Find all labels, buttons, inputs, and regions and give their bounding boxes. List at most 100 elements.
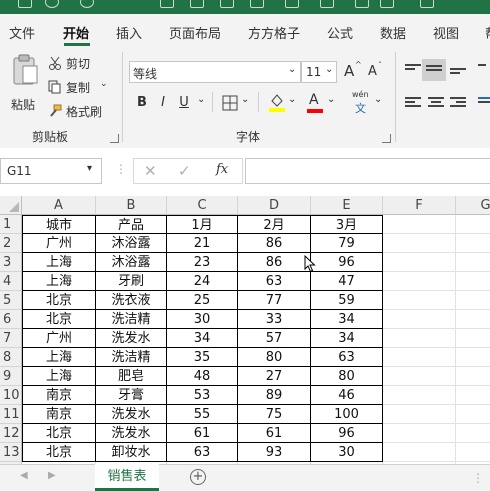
- undo-icon[interactable]: [45, 0, 59, 8]
- tab-fangfang[interactable]: 方方格子: [248, 23, 300, 42]
- font-color-button[interactable]: A: [306, 92, 326, 114]
- table-cell[interactable]: 57: [238, 329, 311, 348]
- table-cell[interactable]: 洗发水: [96, 405, 167, 424]
- table-cell[interactable]: 21: [167, 234, 238, 253]
- shrink-font-button[interactable]: A ˇ: [368, 61, 386, 82]
- table-cell[interactable]: 34: [167, 329, 238, 348]
- cell-f9[interactable]: [383, 367, 456, 386]
- cell-f1[interactable]: [383, 215, 456, 234]
- row-header-13[interactable]: 13: [0, 443, 22, 462]
- font-launcher-icon[interactable]: [382, 134, 391, 143]
- table-cell[interactable]: 北京: [22, 424, 96, 443]
- row-header-5[interactable]: 5: [0, 291, 22, 310]
- align-right-icon[interactable]: [450, 97, 466, 109]
- table-cell[interactable]: 24: [167, 272, 238, 291]
- table-cell[interactable]: 洗发水: [96, 329, 167, 348]
- clipboard-launcher-icon[interactable]: [110, 134, 119, 143]
- align-bottom-icon[interactable]: [450, 68, 466, 80]
- bold-button[interactable]: B: [134, 95, 150, 110]
- table-cell[interactable]: 77: [238, 291, 311, 310]
- formula-input[interactable]: [245, 158, 490, 184]
- tab-help-partial[interactable]: 帮: [485, 23, 490, 42]
- row-header-9[interactable]: 9: [0, 367, 22, 386]
- table-cell[interactable]: 洗洁精: [96, 310, 167, 329]
- cell-f12[interactable]: [383, 424, 456, 443]
- column-header-e[interactable]: E: [311, 196, 383, 215]
- table-cell[interactable]: 61: [238, 424, 311, 443]
- tab-home[interactable]: 开始: [63, 23, 89, 42]
- table-cell[interactable]: 上海: [22, 348, 96, 367]
- table-cell[interactable]: 80: [238, 348, 311, 367]
- table-cell[interactable]: 34: [311, 310, 383, 329]
- table-cell[interactable]: 55: [167, 405, 238, 424]
- cell-f10[interactable]: [383, 386, 456, 405]
- row-header-2[interactable]: 2: [0, 234, 22, 253]
- phonetic-dropdown-icon[interactable]: ⌄: [374, 94, 382, 105]
- name-box[interactable]: G11 ▾: [0, 158, 102, 184]
- column-header-a[interactable]: A: [22, 196, 96, 215]
- row-header-6[interactable]: 6: [0, 310, 22, 329]
- table-cell[interactable]: 沐浴露: [96, 253, 167, 272]
- table-cell[interactable]: 79: [311, 234, 383, 253]
- cell-f4[interactable]: [383, 272, 456, 291]
- insert-function-icon[interactable]: fx: [216, 162, 228, 177]
- table-cell[interactable]: 48: [167, 367, 238, 386]
- table-cell[interactable]: 63: [311, 348, 383, 367]
- select-all-button[interactable]: [0, 196, 22, 215]
- copy-button[interactable]: 复制 ⌄: [48, 78, 110, 96]
- copy-dropdown-icon[interactable]: ⌄: [100, 79, 108, 89]
- table-header-cell[interactable]: 城市: [22, 215, 96, 234]
- cell-g1[interactable]: [456, 215, 490, 234]
- row-header-3[interactable]: 3: [0, 253, 22, 272]
- column-header-f[interactable]: F: [383, 196, 456, 215]
- table-cell[interactable]: 100: [311, 405, 383, 424]
- table-cell[interactable]: 洗发水: [96, 424, 167, 443]
- cell-g5[interactable]: [456, 291, 490, 310]
- tab-file[interactable]: 文件: [9, 23, 35, 42]
- table-icon[interactable]: [160, 0, 174, 8]
- redo-icon[interactable]: [80, 0, 94, 8]
- table-cell[interactable]: 上海: [22, 272, 96, 291]
- font-size-select[interactable]: 11 ⌄: [301, 61, 337, 83]
- table-cell[interactable]: 广州: [22, 234, 96, 253]
- table-cell[interactable]: 南京: [22, 405, 96, 424]
- table-cell[interactable]: 86: [238, 253, 311, 272]
- table-cell[interactable]: 59: [311, 291, 383, 310]
- row-header-12[interactable]: 12: [0, 424, 22, 443]
- align-top-icon[interactable]: [405, 64, 421, 76]
- paste-button[interactable]: 粘贴: [8, 54, 42, 118]
- cell-f2[interactable]: [383, 234, 456, 253]
- borders-icon[interactable]: [222, 95, 238, 111]
- table-cell[interactable]: 46: [311, 386, 383, 405]
- table-cell[interactable]: 北京: [22, 443, 96, 462]
- cell-g9[interactable]: [456, 367, 490, 386]
- underline-button[interactable]: U: [176, 95, 192, 110]
- align-center-icon[interactable]: [428, 97, 444, 109]
- table-cell[interactable]: 北京: [22, 310, 96, 329]
- tab-view[interactable]: 视图: [433, 23, 459, 42]
- table-cell[interactable]: 上海: [22, 367, 96, 386]
- table-cell[interactable]: 洗洁精: [96, 348, 167, 367]
- row-header-1[interactable]: 1: [0, 215, 22, 234]
- scroll-right-icon[interactable]: ▶: [48, 470, 56, 481]
- cell-f8[interactable]: [383, 348, 456, 367]
- cell-f7[interactable]: [383, 329, 456, 348]
- table-cell[interactable]: 96: [311, 424, 383, 443]
- tab-data[interactable]: 数据: [380, 23, 406, 42]
- row-header-10[interactable]: 10: [0, 386, 22, 405]
- font-name-select[interactable]: 等线 ⌄: [129, 61, 301, 83]
- table-cell[interactable]: 47: [311, 272, 383, 291]
- indent-icon[interactable]: [478, 97, 490, 109]
- format-painter-button[interactable]: 格式刷: [48, 102, 110, 120]
- cell-f6[interactable]: [383, 310, 456, 329]
- table-cell[interactable]: 肥皂: [96, 367, 167, 386]
- grow-font-button[interactable]: A ^: [344, 60, 362, 82]
- table-cell[interactable]: 53: [167, 386, 238, 405]
- cell-g3[interactable]: [456, 253, 490, 272]
- scroll-left-icon[interactable]: ◀: [20, 470, 28, 481]
- format-icon[interactable]: [220, 0, 234, 8]
- table-header-cell[interactable]: 2月: [238, 215, 311, 234]
- row-header-7[interactable]: 7: [0, 329, 22, 348]
- table-cell[interactable]: 63: [167, 443, 238, 462]
- cell-f13[interactable]: [383, 443, 456, 462]
